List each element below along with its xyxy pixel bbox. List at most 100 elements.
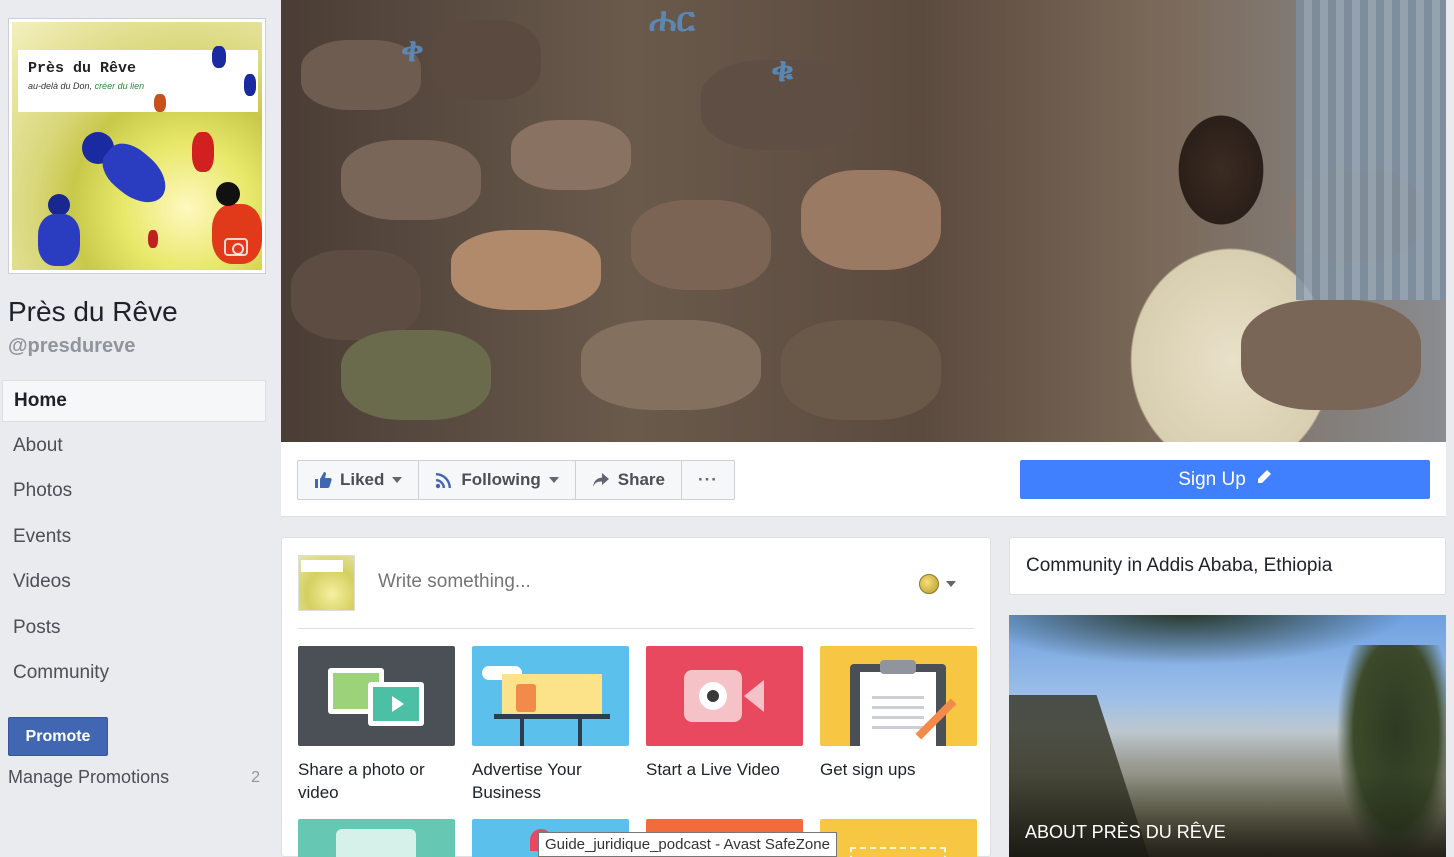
pencil-icon xyxy=(1256,469,1272,491)
billboard-leg xyxy=(520,718,524,746)
composer-divider xyxy=(298,628,974,629)
about-card-title: ABOUT PRÈS DU RÊVE xyxy=(1025,822,1226,842)
live-video-icon xyxy=(646,646,803,746)
figure-blue-small xyxy=(48,194,70,216)
globe-icon xyxy=(919,574,939,594)
composer-action-tile[interactable] xyxy=(820,819,977,857)
get-sign-ups-label: Get sign ups xyxy=(820,760,916,779)
cover-rock xyxy=(1241,300,1421,410)
manage-promotions-link[interactable]: Manage Promotions 2 xyxy=(8,767,260,788)
cover-rock xyxy=(431,20,541,100)
nav-item-events[interactable]: Events xyxy=(2,517,266,563)
nav-item-home[interactable]: Home xyxy=(2,380,266,422)
cover-rock xyxy=(341,330,491,420)
cover-rock xyxy=(511,120,631,190)
promote-button[interactable]: Promote xyxy=(8,717,108,756)
figure-tiny-3 xyxy=(154,94,166,112)
play-icon xyxy=(392,696,404,712)
advertise-business-label: Advertise Your Business xyxy=(472,760,582,802)
page-action-bar: Liked Following Share ··· Sign Up xyxy=(281,442,1446,517)
composer-actions: Share a photo or video Advertise Your Bu… xyxy=(298,646,977,804)
chevron-down-icon xyxy=(946,581,956,587)
cover-rock xyxy=(341,140,481,220)
chevron-down-icon xyxy=(548,477,559,483)
profile-picture[interactable]: Près du Rêve au-delà du Don, créer du li… xyxy=(8,18,266,274)
cover-rock xyxy=(801,170,941,270)
figure-tiny-4 xyxy=(148,230,158,248)
about-page-card[interactable]: ABOUT PRÈS DU RÊVE xyxy=(1009,615,1446,857)
billboard-base xyxy=(494,714,610,719)
following-button[interactable]: Following xyxy=(419,461,576,499)
camera-viewfinder xyxy=(744,680,764,712)
figure-red xyxy=(192,132,214,172)
clipboard-clip xyxy=(880,660,916,674)
billboard-icon xyxy=(472,646,629,746)
logo-tagline: au-delà du Don, créer du lien xyxy=(28,81,144,91)
audience-selector[interactable] xyxy=(919,574,956,594)
more-options-button[interactable]: ··· xyxy=(682,461,734,499)
cover-rock xyxy=(451,230,601,310)
figure-blue-small-body xyxy=(38,214,80,266)
composer-action-tile[interactable] xyxy=(298,819,455,857)
camera-icon[interactable] xyxy=(224,238,248,256)
cover-graffiti: ቀ xyxy=(401,30,424,70)
clipboard-icon xyxy=(820,646,977,746)
share-arrow-icon xyxy=(592,472,610,488)
start-live-video-label: Start a Live Video xyxy=(646,760,780,779)
figure-tiny-2 xyxy=(244,74,256,96)
community-location[interactable]: Community in Addis Ababa, Ethiopia xyxy=(1009,537,1446,595)
logo-tagline-accent: créer du lien xyxy=(94,81,145,91)
cover-rock xyxy=(291,250,421,340)
billboard-leg xyxy=(578,718,582,746)
page-handle[interactable]: @presdureve xyxy=(8,335,135,358)
share-photo-video-label: Share a photo or video xyxy=(298,760,425,802)
figure-dark-dot xyxy=(216,182,240,206)
composer-avatar xyxy=(298,555,355,611)
corrugated-metal xyxy=(1296,0,1446,300)
camera-lens-center xyxy=(707,690,719,702)
chevron-down-icon xyxy=(392,477,403,483)
share-label: Share xyxy=(617,470,665,489)
cover-graffiti: ሐር xyxy=(649,0,696,40)
page-action-buttons: Liked Following Share ··· xyxy=(297,460,735,500)
left-sidebar: Près du Rêve au-delà du Don, créer du li… xyxy=(0,0,280,857)
about-overlay xyxy=(1009,773,1446,857)
more-dots-icon: ··· xyxy=(697,470,718,489)
start-live-video-tile[interactable]: Start a Live Video xyxy=(646,646,803,804)
composer-action-icon xyxy=(820,819,977,857)
rss-icon xyxy=(435,471,453,489)
photo-video-icon xyxy=(298,646,455,746)
page-title: Près du Rêve xyxy=(8,296,178,327)
nav-item-photos[interactable]: Photos xyxy=(2,471,266,517)
thumbs-up-icon xyxy=(314,471,332,489)
post-composer: Share a photo or video Advertise Your Bu… xyxy=(281,537,991,857)
following-label: Following xyxy=(461,470,541,489)
nav-item-videos[interactable]: Videos xyxy=(2,562,266,608)
page-nav: Home About Photos Events Videos Posts Co… xyxy=(2,380,266,699)
logo-tagline-start: au-delà du Don, xyxy=(28,81,93,91)
logo-brand-text: Près du Rêve xyxy=(28,60,137,77)
figure-tiny-1 xyxy=(212,46,226,68)
nav-item-community[interactable]: Community xyxy=(2,653,266,699)
nav-item-posts[interactable]: Posts xyxy=(2,608,266,654)
about-branch xyxy=(1009,615,1446,675)
cover-photo[interactable]: ሐር ቀ ቁ xyxy=(281,0,1446,442)
sign-up-label: Sign Up xyxy=(1178,468,1246,490)
share-button[interactable]: Share xyxy=(576,461,682,499)
advertise-business-tile[interactable]: Advertise Your Business xyxy=(472,646,629,804)
share-photo-video-tile[interactable]: Share a photo or video xyxy=(298,646,455,804)
profile-logo-art: Près du Rêve au-delà du Don, créer du li… xyxy=(12,22,262,270)
liked-button[interactable]: Liked xyxy=(298,461,420,499)
liked-label: Liked xyxy=(340,470,385,489)
cover-graffiti: ቁ xyxy=(771,50,795,90)
cover-rock xyxy=(631,200,771,290)
clipboard-lines xyxy=(872,696,924,699)
manage-promotions-label: Manage Promotions xyxy=(8,767,170,787)
billboard-product xyxy=(516,684,536,712)
write-something-input[interactable] xyxy=(378,571,878,593)
get-sign-ups-tile[interactable]: Get sign ups xyxy=(820,646,977,804)
sign-up-button[interactable]: Sign Up xyxy=(1020,460,1430,499)
cover-rock xyxy=(781,320,941,420)
nav-item-about[interactable]: About xyxy=(2,426,266,472)
browser-tooltip: Guide_juridique_podcast - Avast SafeZone xyxy=(538,832,837,857)
